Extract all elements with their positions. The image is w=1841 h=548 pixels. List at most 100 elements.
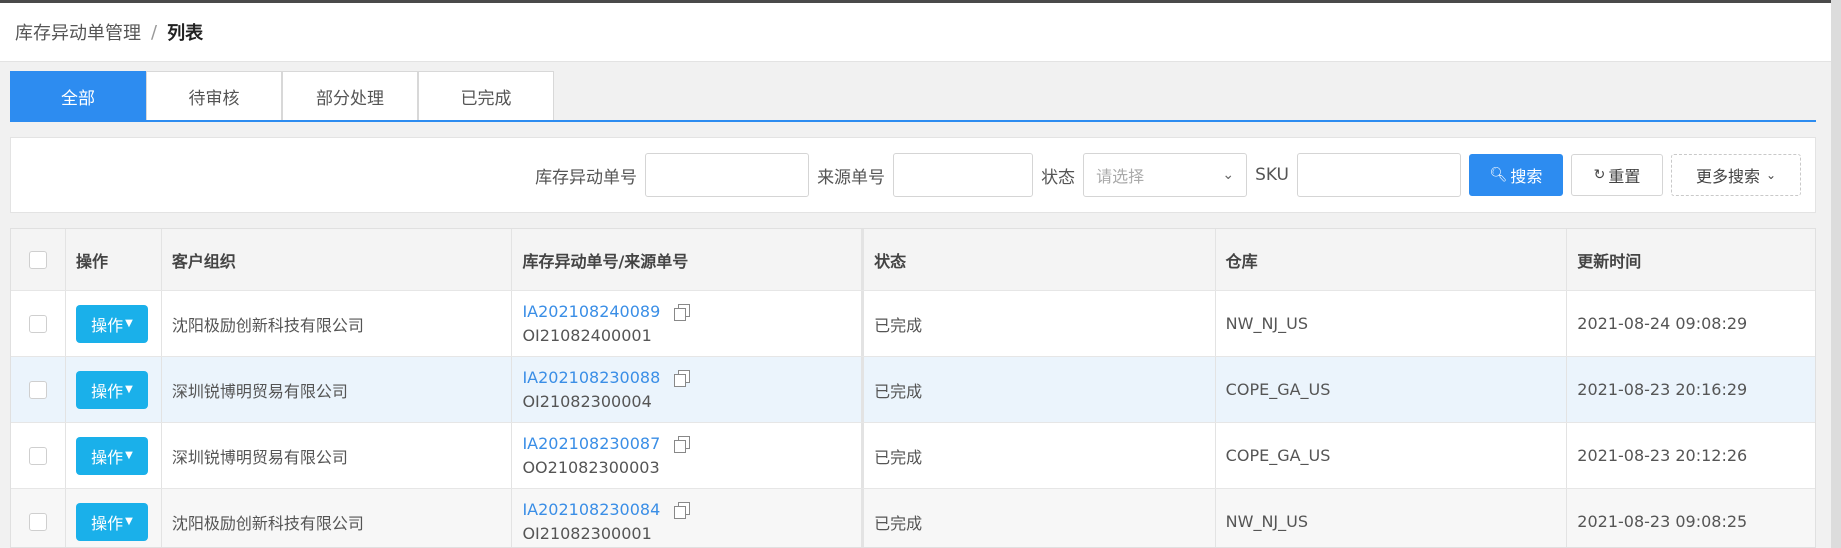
status-select-placeholder: 请选择 — [1096, 167, 1145, 186]
caret-down-icon: ▼ — [125, 384, 133, 395]
adjust-no-link[interactable]: IA202108240089 — [522, 300, 660, 324]
row-select-cell — [11, 291, 66, 356]
action-cell: 操作 ▼ — [66, 423, 162, 488]
org-cell: 沈阳极励创新科技有限公司 — [162, 291, 513, 356]
search-button-label: 搜索 — [1510, 167, 1543, 186]
reset-button[interactable]: ↻ 重置 — [1571, 154, 1663, 196]
tab-pending-review[interactable]: 待审核 — [146, 71, 282, 120]
breadcrumb-current: 列表 — [167, 23, 204, 44]
source-no: OI21082300004 — [522, 391, 652, 411]
org-cell: 沈阳极励创新科技有限公司 — [162, 489, 513, 547]
org-cell: 深圳锐博明贸易有限公司 — [162, 357, 513, 422]
breadcrumb-parent[interactable]: 库存异动单管理 — [15, 19, 141, 45]
source-no: OI21082300001 — [522, 523, 652, 543]
copy-icon[interactable] — [674, 369, 691, 387]
table-row[interactable]: 操作 ▼ 深圳锐博明贸易有限公司 IA202108230087 OO21082300… — [11, 423, 1815, 489]
chevron-down-icon: ⌄ — [1765, 168, 1777, 182]
tab-completed[interactable]: 已完成 — [418, 71, 554, 120]
tab-all[interactable]: 全部 — [10, 71, 146, 120]
select-all-cell — [11, 229, 66, 290]
updated-cell: 2021-08-24 09:08:29 — [1577, 314, 1748, 333]
status-cell: 已完成 — [864, 291, 1216, 356]
updated-cell: 2021-08-23 09:08:25 — [1577, 512, 1748, 531]
search-button[interactable]: 🔍︎ 搜索 — [1469, 154, 1563, 196]
adjust-no-link[interactable]: IA202108230088 — [522, 366, 660, 390]
warehouse-cell: NW_NJ_US — [1216, 291, 1568, 356]
row-select-cell — [11, 489, 66, 547]
row-checkbox[interactable] — [28, 512, 47, 531]
adjust-no-label: 库存异动单号 — [535, 167, 638, 188]
row-checkbox[interactable] — [28, 446, 47, 465]
chevron-down-icon: ⌄ — [1222, 167, 1235, 183]
column-header-action: 操作 — [66, 229, 162, 290]
source-no-label: 来源单号 — [817, 167, 886, 188]
source-no-input[interactable] — [893, 153, 1034, 197]
column-header-updated: 更新时间 — [1577, 251, 1642, 271]
status-select[interactable]: 请选择 ⌄ — [1083, 153, 1248, 197]
sku-label: SKU — [1255, 165, 1289, 185]
action-cell: 操作 ▼ — [66, 291, 162, 356]
tab-partially-processed[interactable]: 部分处理 — [282, 71, 418, 120]
table-header: 操作 客户组织 库存异动单号/来源单号 状态 仓库 更新时间 — [11, 229, 1815, 291]
breadcrumb: 库存异动单管理 / 列表 — [0, 3, 1831, 62]
more-search-button[interactable]: 更多搜索 ⌄ — [1671, 154, 1801, 196]
action-button-label: 操作 — [91, 513, 124, 533]
action-cell: 操作 ▼ — [66, 489, 162, 547]
status-tabs: 全部 待审核 部分处理 已完成 — [10, 71, 1816, 122]
codes-cell: IA202108240089 OI21082400001 — [512, 291, 865, 356]
action-dropdown-button[interactable]: 操作 ▼ — [75, 304, 148, 343]
status-label: 状态 — [1041, 167, 1076, 188]
action-button-label: 操作 — [91, 381, 124, 401]
column-header-codes: 库存异动单号/来源单号 — [512, 229, 865, 290]
source-no: OO21082300003 — [522, 457, 660, 477]
codes-cell: IA202108230087 OO21082300003 — [512, 423, 865, 488]
copy-icon[interactable] — [674, 303, 691, 321]
updated-cell: 2021-08-23 20:12:26 — [1577, 446, 1748, 465]
action-cell: 操作 ▼ — [66, 357, 162, 422]
caret-down-icon: ▼ — [125, 450, 133, 461]
column-header-status: 状态 — [864, 229, 1216, 290]
search-icon: 🔍︎ — [1489, 167, 1508, 183]
column-header-org: 客户组织 — [162, 229, 513, 290]
status-cell: 已完成 — [864, 489, 1216, 547]
action-dropdown-button[interactable]: 操作 ▼ — [75, 370, 148, 409]
column-header-warehouse: 仓库 — [1216, 229, 1568, 290]
warehouse-cell: NW_NJ_US — [1216, 489, 1568, 547]
codes-cell: IA202108230088 OI21082300004 — [512, 357, 865, 422]
sku-input[interactable] — [1297, 153, 1461, 197]
search-bar: 库存异动单号 来源单号 状态 请选择 ⌄ SKU 🔍︎ 搜索 ↻ 重置 更多搜索… — [10, 137, 1816, 213]
adjust-no-input[interactable] — [645, 153, 810, 197]
row-select-cell — [11, 357, 66, 422]
row-checkbox[interactable] — [28, 314, 47, 333]
updated-cell: 2021-08-23 20:16:29 — [1577, 380, 1748, 399]
reset-button-label: 重置 — [1608, 167, 1641, 186]
warehouse-cell: COPE_GA_US — [1216, 357, 1568, 422]
action-dropdown-button[interactable]: 操作 ▼ — [75, 502, 148, 541]
warehouse-cell: COPE_GA_US — [1216, 423, 1568, 488]
more-search-button-label: 更多搜索 — [1695, 167, 1760, 186]
codes-cell: IA202108230084 OI21082300001 — [512, 489, 865, 547]
action-button-label: 操作 — [91, 315, 124, 335]
action-button-label: 操作 — [91, 447, 124, 467]
window-right-edge — [1831, 0, 1841, 548]
table-row[interactable]: 操作 ▼ 深圳锐博明贸易有限公司 IA202108230088 OI21082300… — [11, 357, 1815, 423]
action-dropdown-button[interactable]: 操作 ▼ — [75, 436, 148, 475]
refresh-icon: ↻ — [1593, 167, 1606, 183]
row-select-cell — [11, 423, 66, 488]
source-no: OI21082400001 — [522, 325, 652, 345]
adjustment-table: 操作 客户组织 库存异动单号/来源单号 状态 仓库 更新时间 操作 ▼ 沈阳极励创… — [10, 228, 1816, 548]
caret-down-icon: ▼ — [125, 318, 133, 329]
row-checkbox[interactable] — [28, 380, 47, 399]
org-cell: 深圳锐博明贸易有限公司 — [162, 423, 513, 488]
table-row[interactable]: 操作 ▼ 沈阳极励创新科技有限公司 IA202108230084 OI2108230… — [11, 489, 1815, 547]
caret-down-icon: ▼ — [125, 516, 133, 527]
adjust-no-link[interactable]: IA202108230084 — [522, 498, 660, 522]
adjust-no-link[interactable]: IA202108230087 — [522, 432, 660, 456]
breadcrumb-separator: / — [151, 21, 158, 43]
status-cell: 已完成 — [864, 357, 1216, 422]
copy-icon[interactable] — [674, 501, 691, 519]
select-all-checkbox[interactable] — [28, 250, 47, 269]
copy-icon[interactable] — [674, 435, 691, 453]
table-row[interactable]: 操作 ▼ 沈阳极励创新科技有限公司 IA202108240089 OI2108240… — [11, 291, 1815, 357]
status-cell: 已完成 — [864, 423, 1216, 488]
